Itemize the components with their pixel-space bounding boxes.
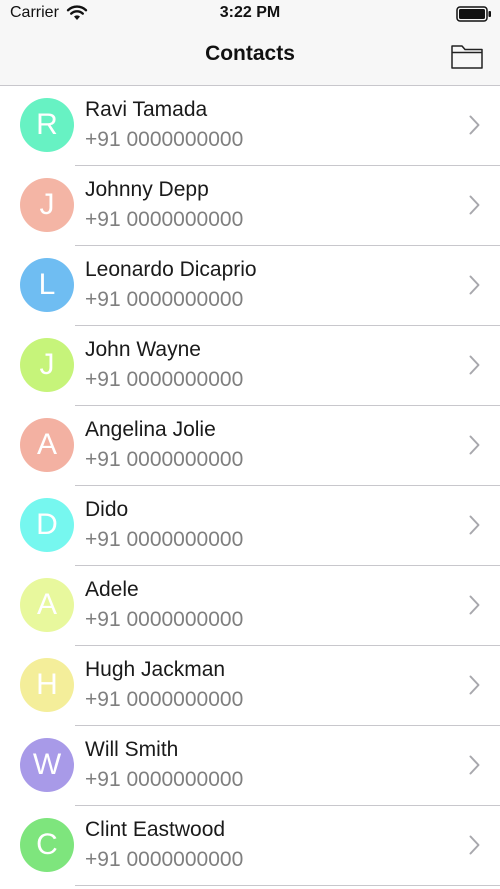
contact-name: Angelina Jolie bbox=[85, 418, 216, 441]
contact-name: Leonardo Dicaprio bbox=[85, 258, 257, 281]
avatar: A bbox=[20, 578, 74, 632]
chevron-right-icon bbox=[469, 435, 480, 455]
avatar: C bbox=[20, 818, 74, 872]
contact-phone: +91 0000000000 bbox=[85, 448, 244, 471]
chevron-right-icon bbox=[469, 275, 480, 295]
avatar: A bbox=[20, 418, 74, 472]
chevron-right-icon bbox=[469, 515, 480, 535]
chevron-right-icon bbox=[469, 595, 480, 615]
contact-row[interactable]: D Dido +91 0000000000 bbox=[0, 486, 500, 566]
row-divider bbox=[75, 885, 500, 886]
contact-row[interactable]: L Leonardo Dicaprio +91 0000000000 bbox=[0, 246, 500, 326]
contact-name: Hugh Jackman bbox=[85, 658, 226, 681]
contact-name: Adele bbox=[85, 578, 139, 601]
avatar: D bbox=[20, 498, 74, 552]
contact-name: Ravi Tamada bbox=[85, 98, 208, 121]
avatar: H bbox=[20, 658, 74, 712]
contact-row[interactable]: J John Wayne +91 0000000000 bbox=[0, 326, 500, 406]
chevron-right-icon bbox=[469, 835, 480, 855]
avatar: L bbox=[20, 258, 74, 312]
contact-row[interactable]: A Adele +91 0000000000 bbox=[0, 566, 500, 646]
chevron-right-icon bbox=[469, 355, 480, 375]
battery-icon bbox=[456, 6, 491, 22]
avatar: R bbox=[20, 98, 74, 152]
avatar: W bbox=[20, 738, 74, 792]
status-bar: Carrier 3:22 PM bbox=[0, 0, 500, 28]
contact-name: Johnny Depp bbox=[85, 178, 209, 201]
contact-phone: +91 0000000000 bbox=[85, 528, 244, 551]
status-time: 3:22 PM bbox=[219, 4, 281, 21]
chevron-right-icon bbox=[469, 675, 480, 695]
chevron-right-icon bbox=[469, 115, 480, 135]
contact-name: John Wayne bbox=[85, 338, 201, 361]
avatar: J bbox=[20, 338, 74, 392]
contact-name: Dido bbox=[85, 498, 129, 521]
contact-phone: +91 0000000000 bbox=[85, 128, 244, 151]
contact-row[interactable]: W Will Smith +91 0000000000 bbox=[0, 726, 500, 806]
contact-row[interactable]: H Hugh Jackman +91 0000000000 bbox=[0, 646, 500, 726]
contact-row[interactable]: R Ravi Tamada +91 0000000000 bbox=[0, 86, 500, 166]
contact-phone: +91 0000000000 bbox=[85, 848, 244, 871]
contact-list: R Ravi Tamada +91 0000000000 J Johnny Depp +9… bbox=[0, 86, 500, 886]
contact-phone: +91 0000000000 bbox=[85, 288, 244, 311]
contact-phone: +91 0000000000 bbox=[85, 368, 244, 391]
folder-icon[interactable] bbox=[450, 42, 484, 70]
page-title: Contacts bbox=[205, 42, 295, 65]
chevron-right-icon bbox=[469, 195, 480, 215]
contact-row[interactable]: C Clint Eastwood +91 0000000000 bbox=[0, 806, 500, 886]
contact-phone: +91 0000000000 bbox=[85, 768, 244, 791]
contact-row[interactable]: J Johnny Depp +91 0000000000 bbox=[0, 166, 500, 246]
contact-phone: +91 0000000000 bbox=[85, 608, 244, 631]
contact-name: Clint Eastwood bbox=[85, 818, 226, 841]
contact-row[interactable]: A Angelina Jolie +91 0000000000 bbox=[0, 406, 500, 486]
chevron-right-icon bbox=[469, 755, 480, 775]
contact-name: Will Smith bbox=[85, 738, 179, 761]
contact-phone: +91 0000000000 bbox=[85, 208, 244, 231]
avatar: J bbox=[20, 178, 74, 232]
navigation-bar: Contacts bbox=[0, 28, 500, 86]
contact-phone: +91 0000000000 bbox=[85, 688, 244, 711]
